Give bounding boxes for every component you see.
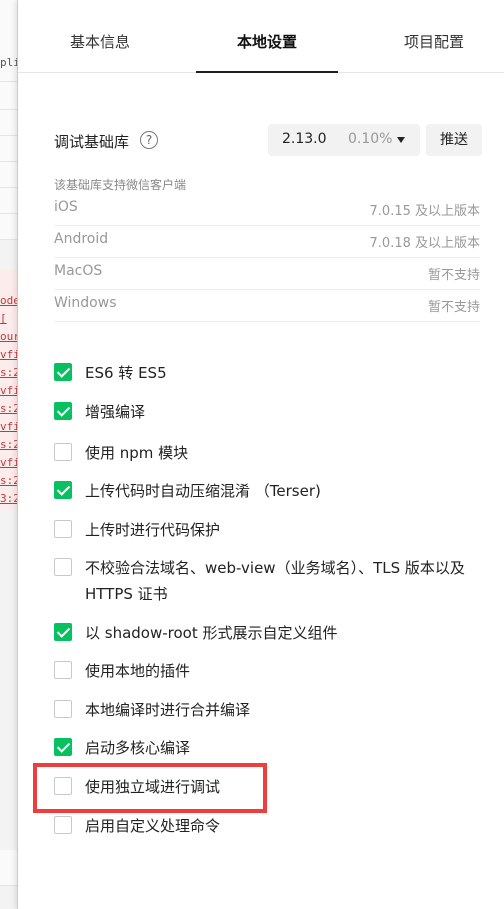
tab-local-settings[interactable]: 本地设置 [196,0,338,73]
option-label: 启动多核心编译 [85,739,191,757]
library-version-select[interactable]: 2.13.0 0.10% [268,124,420,156]
option-label: 以 shadow-root 形式展示自定义组件 [85,624,338,642]
settings-tabs: 基本信息 本地设置 项目配置 [18,0,504,73]
platform-name: Android [54,231,109,247]
debug-library-label: 调试基础库 [54,133,130,151]
background-row [0,82,17,110]
checkbox[interactable] [54,816,72,834]
background-error-block: ode [ our vfi s:2 vfi s:2 vfi s:2 vfi s:… [0,270,18,510]
option-label: 上传时进行代码保护 [85,521,221,539]
checkbox[interactable] [54,402,72,420]
background-error-line: vfi [0,420,18,433]
background-panel-strip [0,0,17,82]
background-row [0,188,17,214]
background-row [0,136,17,162]
platform-row-macos: MacOS 暂不支持 [54,258,480,290]
library-version-value: 2.13.0 [282,131,327,147]
debug-library-row: 调试基础库 ? 2.13.0 0.10% 推送 [54,124,484,156]
background-error-line: vfi [0,348,18,361]
background-row [0,214,17,240]
checkbox[interactable] [54,558,72,576]
checkbox[interactable] [54,481,72,499]
background-error-line: vfi [0,456,18,469]
background-error-line: s:2 [0,438,18,451]
background-row [0,850,17,886]
background-error-line: s:2 [0,366,18,379]
option-label: 增强编译 [85,403,146,421]
option-label: ES6 转 ES5 [85,364,167,382]
settings-panel: 基本信息 本地设置 项目配置 调试基础库 ? 2.13.0 0.10% 推送 该… [18,0,504,909]
push-button[interactable]: 推送 [426,124,482,156]
platform-row-android: Android 7.0.18 及以上版本 [54,226,480,258]
platform-row-windows: Windows 暂不支持 [54,290,480,322]
checkbox[interactable] [54,661,72,679]
background-error-line: our [0,330,18,343]
tab-basic-info[interactable]: 基本信息 [38,0,162,73]
platform-support: 7.0.18 及以上版本 [369,236,480,251]
option-label: 启用自定义处理命令 [85,817,221,835]
background-row [0,110,17,136]
background-editor-window: pli ode [ our vfi s:2 vfi s:2 vfi s:2 vf… [0,0,18,909]
question-icon[interactable]: ? [140,131,158,149]
option-label: 不校验合法域名、web-view（业务域名）、TLS 版本以及 HTTPS 证书 [85,559,465,603]
checkbox[interactable] [54,520,72,538]
option-label: 使用 npm 模块 [85,444,189,462]
platform-row-ios: iOS 7.0.15 及以上版本 [54,194,480,226]
background-error-line: ode [0,294,18,307]
background-row [0,162,17,188]
background-error-line: s:2 [0,402,18,415]
checkbox[interactable] [54,738,72,756]
checkbox[interactable] [54,623,72,641]
active-tab-indicator [196,71,338,73]
caret-down-icon [397,137,405,143]
platform-support: 暂不支持 [427,268,480,283]
red-highlight-box [33,763,267,813]
tab-project-config[interactable]: 项目配置 [372,0,496,73]
option-label: 使用本地的插件 [85,662,191,680]
platform-support: 暂不支持 [427,300,480,315]
platform-name: iOS [54,199,78,215]
platform-support: 7.0.15 及以上版本 [369,204,480,219]
platform-name: MacOS [54,263,103,279]
background-error-line: s:2 [0,474,18,487]
background-text: pli [0,56,18,69]
library-usage-percent: 0.10% [348,131,393,147]
checkbox[interactable] [54,363,72,381]
checkbox[interactable] [54,443,72,461]
checkbox[interactable] [54,700,72,718]
option-skip-domain-check[interactable]: 不校验合法域名、web-view（业务域名）、TLS 版本以及 HTTPS 证书 [54,555,484,607]
platform-name: Windows [54,295,117,311]
option-label: 本地编译时进行合并编译 [85,701,251,719]
background-error-line: vfi [0,384,18,397]
background-error-line: [ [0,312,7,325]
option-label: 上传代码时自动压缩混淆 （Terser) [85,482,321,500]
support-note: 该基础库支持微信客户端 [54,178,187,192]
background-error-line: 3:2 [0,492,18,505]
